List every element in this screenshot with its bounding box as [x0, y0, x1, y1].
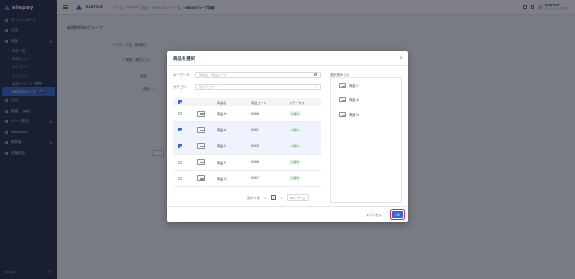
product-name: 商品 F: [217, 160, 226, 165]
product-code: 0006: [251, 160, 259, 165]
product-thumbnail-icon: [339, 82, 346, 88]
pagination: 合計 5 件 < 1 > 10 / ページ: [247, 194, 309, 201]
selected-item: 商品 H: [331, 107, 401, 122]
product-name: 商品 C: [217, 144, 227, 149]
status-badge: 公開中: [289, 127, 301, 133]
table-row[interactable]: 商品 A 0001 公開中: [173, 122, 321, 139]
category-label: カテゴリ：: [173, 85, 190, 89]
modal-title: 商品を選択: [173, 57, 195, 62]
selected-item-name: 商品 H: [349, 112, 359, 117]
table-row[interactable]: 商品 G 0007 公開中: [173, 171, 321, 187]
row-checkbox[interactable]: [178, 128, 182, 132]
product-code: 0007: [251, 176, 259, 181]
product-thumbnail-icon: [197, 142, 205, 149]
cancel-button[interactable]: キャンセル: [363, 211, 385, 218]
product-name: 商品 G: [217, 176, 227, 181]
page-button-current[interactable]: 1: [270, 195, 276, 200]
selected-panel: 商品 C 商品 A 商品 H: [330, 77, 402, 203]
category-placeholder: 全カテゴリー: [199, 85, 218, 89]
column-header-status: ステータス: [289, 100, 305, 105]
select-all-checkbox[interactable]: [178, 100, 182, 104]
next-page-button[interactable]: >: [279, 195, 284, 200]
product-code: 0008: [251, 111, 259, 116]
product-thumbnail-icon: [339, 111, 346, 117]
selected-item: 商品 A: [331, 93, 401, 108]
ok-button[interactable]: OK: [392, 211, 403, 218]
product-thumbnail-icon: [197, 126, 205, 133]
product-name: 商品 H: [217, 112, 227, 117]
keyword-search-input[interactable]: 商品名、商品コード: [195, 71, 321, 78]
product-thumbnail-icon: [339, 97, 346, 103]
table-row[interactable]: 商品 F 0006 公開中: [173, 155, 321, 171]
category-select[interactable]: 全カテゴリー ⌄: [195, 83, 321, 90]
selected-item-name: 商品 A: [349, 98, 359, 103]
table-header: 商品名 商品コード ステータス: [173, 98, 321, 106]
table-row[interactable]: 商品 C 0003 公開中: [173, 138, 321, 155]
selected-label: 選択済み (3): [330, 72, 349, 77]
row-checkbox[interactable]: [178, 112, 182, 116]
product-thumbnail-icon: [197, 159, 205, 166]
product-name: 商品 A: [217, 128, 227, 133]
close-icon[interactable]: ×: [399, 56, 403, 61]
row-checkbox[interactable]: [178, 160, 182, 164]
status-badge: 公開中: [289, 111, 301, 116]
status-badge: 公開中: [289, 143, 301, 149]
total-count: 合計 5 件: [247, 195, 260, 200]
column-header-code: 商品コード: [251, 100, 267, 105]
keyword-label: キーワード：: [173, 73, 193, 77]
divider: [167, 65, 408, 66]
search-icon[interactable]: [314, 73, 317, 76]
row-checkbox[interactable]: [178, 176, 182, 180]
keyword-placeholder: 商品名、商品コード: [199, 73, 227, 77]
prev-page-button[interactable]: <: [263, 195, 268, 200]
product-code: 0001: [251, 127, 259, 132]
selected-item: 商品 C: [331, 78, 401, 93]
table-row[interactable]: 商品 H 0008 公開中: [173, 106, 321, 123]
row-checkbox[interactable]: [178, 144, 182, 148]
product-thumbnail-icon: [197, 175, 205, 182]
page-size-select[interactable]: 10 / ページ: [286, 194, 309, 201]
product-thumbnail-icon: [197, 110, 205, 117]
product-table: 商品名 商品コード ステータス 商品 H 0008 公開中 商品 A 0001 …: [173, 98, 321, 187]
product-select-modal: 商品を選択 × キーワード： 商品名、商品コード カテゴリ： 全カテゴリー ⌄ …: [167, 51, 408, 222]
product-code: 0003: [251, 143, 259, 148]
status-badge: 公開中: [289, 175, 301, 181]
divider: [167, 206, 408, 207]
status-badge: 公開中: [289, 159, 301, 165]
column-header-name: 商品名: [217, 100, 227, 105]
selected-item-name: 商品 C: [349, 83, 359, 88]
chevron-down-icon: ⌄: [314, 84, 317, 89]
